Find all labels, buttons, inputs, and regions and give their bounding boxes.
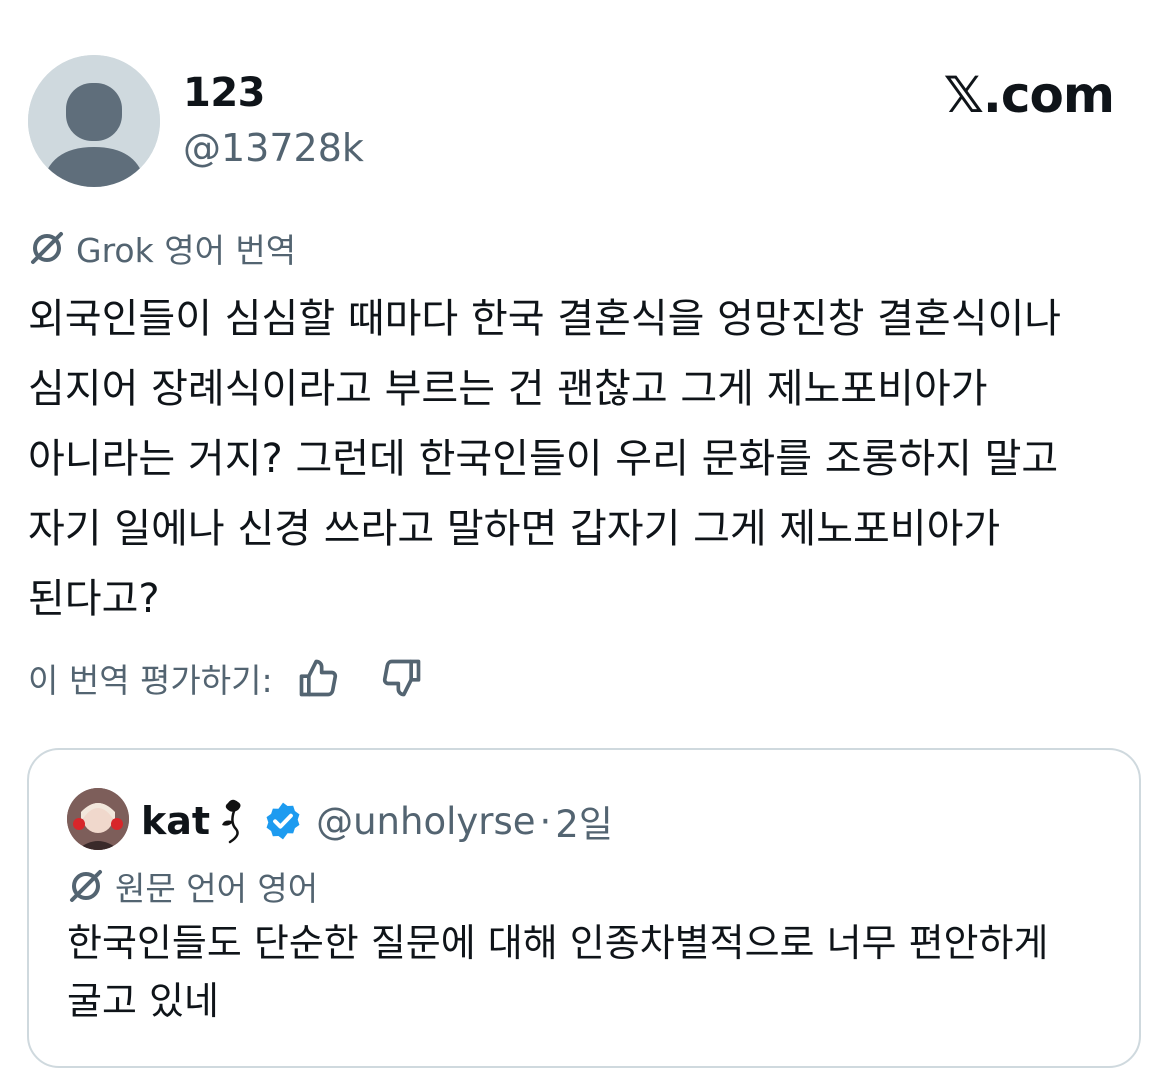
- author-handle[interactable]: @13728k: [183, 126, 364, 170]
- thumbs-down-icon: [382, 659, 420, 697]
- quoted-author-avatar[interactable]: [67, 788, 129, 850]
- translation-label: Grok 영어 번역: [28, 226, 296, 270]
- rose-icon: [214, 797, 250, 845]
- default-avatar-icon: [28, 55, 160, 187]
- quoted-author-handle[interactable]: @unholyrse: [316, 800, 535, 843]
- meta-separator: ·: [539, 799, 552, 843]
- rate-translation-row: 이 번역 평가하기:: [28, 650, 425, 706]
- quoted-tweet-text: 한국인들도 단순한 질문에 대해 인종차별적으로 너무 편안하게 굴고 있네: [67, 921, 1049, 1023]
- x-brand-logo: 𝕏.com: [943, 66, 1115, 124]
- tweet-translated-text: 외국인들이 심심할 때마다 한국 결혼식을 엉망진창 결혼식이나 심지어 장례식…: [28, 296, 1062, 622]
- grok-icon: [67, 867, 105, 905]
- original-language-text: 원문 언어 영어: [115, 869, 319, 908]
- quoted-author-display-name[interactable]: kat: [141, 799, 210, 843]
- verified-badge-icon: [262, 800, 304, 842]
- thumbs-up-icon: [299, 659, 337, 697]
- original-language-label: 원문 언어 영어: [67, 864, 318, 908]
- quoted-tweet-time[interactable]: 2일: [555, 794, 613, 848]
- translation-label-text: Grok 영어 번역: [76, 231, 297, 270]
- thumbs-up-button[interactable]: [295, 655, 341, 701]
- quoted-tweet-card[interactable]: kat @unholyrse · 2일 원문 언어 영어 한국인들도 단순한 질…: [27, 748, 1141, 1068]
- tweet-header: 123 @13728k 𝕏.com: [0, 0, 1170, 210]
- author-display-name[interactable]: 123: [183, 70, 266, 116]
- quoted-author-row: kat @unholyrse · 2일: [141, 790, 613, 852]
- author-avatar[interactable]: [28, 55, 160, 187]
- rate-translation-label: 이 번역 평가하기:: [28, 661, 273, 700]
- grok-icon: [28, 229, 66, 267]
- thumbs-down-button[interactable]: [379, 655, 425, 701]
